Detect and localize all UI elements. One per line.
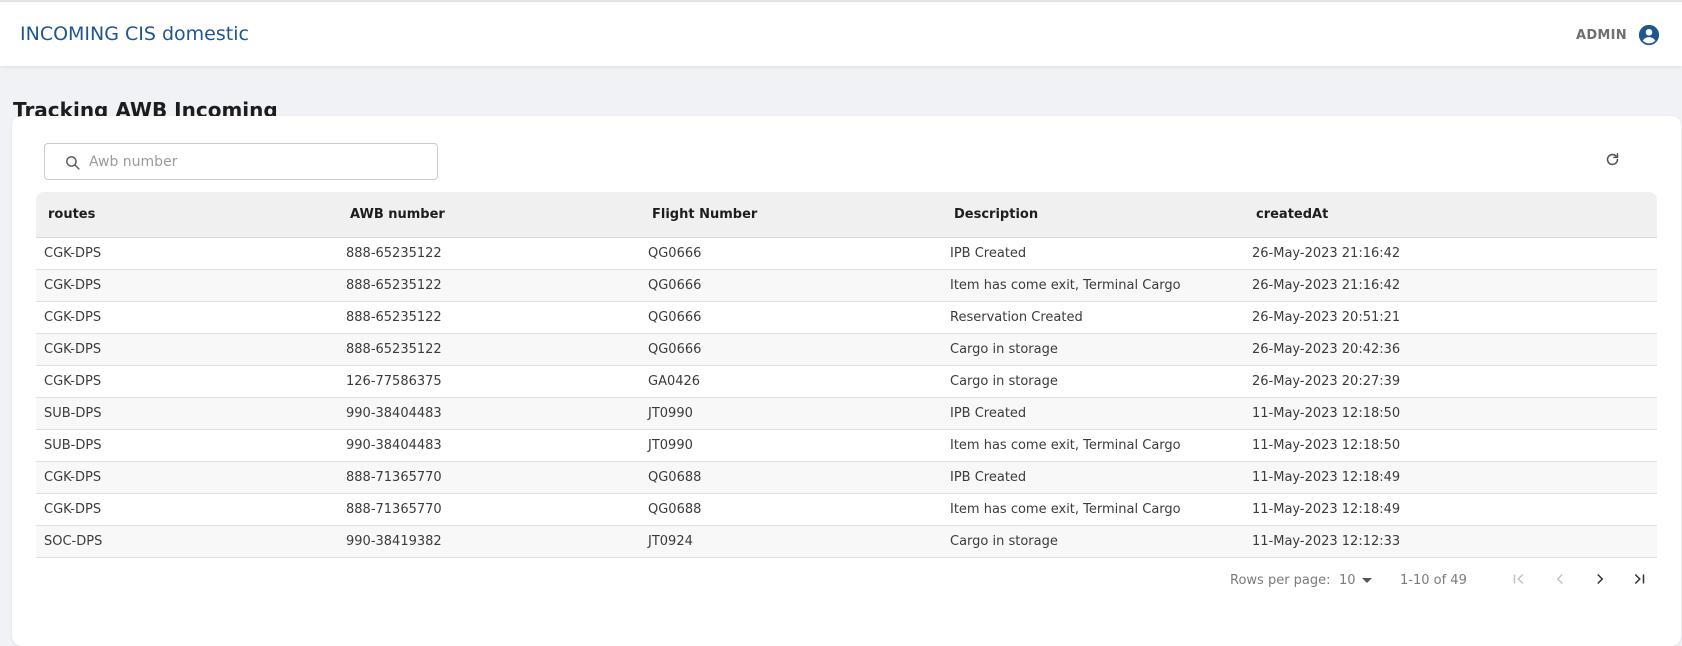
cell-awb-number: 888-65235122 [338, 333, 640, 366]
last-page-button[interactable] [1626, 568, 1652, 594]
user-name: ADMIN [1575, 27, 1627, 43]
cell-created-at: 11-May-2023 12:18:49 [1244, 461, 1657, 494]
cell-created-at: 11-May-2023 12:18:50 [1244, 429, 1657, 462]
cell-created-at: 26-May-2023 20:42:36 [1244, 333, 1657, 366]
cell-created-at: 11-May-2023 12:12:33 [1244, 525, 1657, 558]
column-header-flight-number[interactable]: Flight Number [640, 192, 942, 238]
caret-down-icon [1361, 578, 1372, 583]
cell-description: IPB Created [942, 397, 1244, 430]
cell-awb-number: 888-65235122 [338, 269, 640, 302]
cell-flight-number: JT0924 [640, 525, 942, 558]
rows-per-page-select[interactable]: 10 [1339, 573, 1372, 588]
column-header-description[interactable]: Description [942, 192, 1244, 238]
cell-created-at: 26-May-2023 21:16:42 [1244, 269, 1657, 302]
refresh-button[interactable] [1601, 151, 1623, 173]
cell-route: CGK-DPS [36, 237, 338, 270]
table-row[interactable]: CGK-DPS 888-65235122 QG0666 IPB Created … [36, 237, 1657, 270]
search-field[interactable] [44, 143, 438, 180]
table-header-row: routes AWB number Flight Number Descript… [36, 192, 1657, 238]
cell-flight-number: QG0666 [640, 333, 942, 366]
cell-description: Item has come exit, Terminal Cargo [942, 493, 1244, 526]
table-row[interactable]: SUB-DPS 990-38404483 JT0990 IPB Created … [36, 397, 1657, 430]
app-title: INCOMING CIS domestic [20, 23, 249, 45]
cell-description: Cargo in storage [942, 365, 1244, 398]
column-header-awb-number[interactable]: AWB number [338, 192, 640, 238]
cell-flight-number: QG0666 [640, 301, 942, 334]
table-row[interactable]: CGK-DPS 888-71365770 QG0688 IPB Created … [36, 461, 1657, 494]
tracking-table: routes AWB number Flight Number Descript… [36, 192, 1657, 558]
table-row[interactable]: CGK-DPS 888-65235122 QG0666 Item has com… [36, 269, 1657, 302]
table-row[interactable]: CGK-DPS 888-65235122 QG0666 Reservation … [36, 301, 1657, 334]
cell-created-at: 26-May-2023 21:16:42 [1244, 237, 1657, 270]
column-header-routes[interactable]: routes [36, 192, 338, 238]
previous-page-button[interactable] [1547, 568, 1573, 594]
next-page-button[interactable] [1587, 568, 1613, 594]
cell-awb-number: 888-65235122 [338, 301, 640, 334]
cell-flight-number: QG0688 [640, 493, 942, 526]
cell-created-at: 26-May-2023 20:27:39 [1244, 365, 1657, 398]
first-page-icon [1510, 570, 1528, 592]
cell-description: Cargo in storage [942, 525, 1244, 558]
cell-awb-number: 990-38404483 [338, 429, 640, 462]
cell-awb-number: 888-71365770 [338, 461, 640, 494]
cell-route: CGK-DPS [36, 333, 338, 366]
cell-flight-number: QG0666 [640, 237, 942, 270]
cell-flight-number: JT0990 [640, 397, 942, 430]
cell-awb-number: 990-38404483 [338, 397, 640, 430]
table-row[interactable]: SUB-DPS 990-38404483 JT0990 Item has com… [36, 429, 1657, 462]
cell-route: SUB-DPS [36, 397, 338, 430]
search-icon [64, 154, 81, 171]
account-circle-icon[interactable] [1638, 24, 1660, 46]
cell-awb-number: 990-38419382 [338, 525, 640, 558]
chevron-left-icon [1551, 570, 1569, 592]
cell-route: SUB-DPS [36, 429, 338, 462]
column-header-created-at[interactable]: createdAt [1244, 192, 1657, 238]
user-menu[interactable]: ADMIN [1576, 24, 1660, 46]
cell-description: Cargo in storage [942, 333, 1244, 366]
cell-flight-number: QG0688 [640, 461, 942, 494]
cell-description: IPB Created [942, 237, 1244, 270]
cell-route: SOC-DPS [36, 525, 338, 558]
cell-route: CGK-DPS [36, 493, 338, 526]
table-row[interactable]: CGK-DPS 888-65235122 QG0666 Cargo in sto… [36, 333, 1657, 366]
cell-awb-number: 888-65235122 [338, 237, 640, 270]
first-page-button[interactable] [1506, 568, 1532, 594]
cell-created-at: 11-May-2023 12:18:49 [1244, 493, 1657, 526]
cell-description: IPB Created [942, 461, 1244, 494]
page-range-label: 1-10 of 49 [1400, 573, 1467, 588]
cell-route: CGK-DPS [36, 301, 338, 334]
cell-description: Item has come exit, Terminal Cargo [942, 429, 1244, 462]
refresh-icon [1604, 151, 1621, 173]
rows-per-page-value: 10 [1339, 573, 1356, 588]
tracking-card: routes AWB number Flight Number Descript… [12, 116, 1681, 646]
cell-description: Reservation Created [942, 301, 1244, 334]
rows-per-page-label: Rows per page: [1230, 573, 1331, 588]
pagination: Rows per page: 10 1-10 of 49 [12, 566, 1657, 596]
cell-route: CGK-DPS [36, 461, 338, 494]
cell-route: CGK-DPS [36, 365, 338, 398]
cell-route: CGK-DPS [36, 269, 338, 302]
cell-created-at: 11-May-2023 12:18:50 [1244, 397, 1657, 430]
search-input[interactable] [89, 144, 429, 179]
cell-flight-number: QG0666 [640, 269, 942, 302]
table-row[interactable]: SOC-DPS 990-38419382 JT0924 Cargo in sto… [36, 525, 1657, 558]
cell-awb-number: 126-77586375 [338, 365, 640, 398]
cell-description: Item has come exit, Terminal Cargo [942, 269, 1244, 302]
app-bar: INCOMING CIS domestic ADMIN [0, 2, 1682, 66]
chevron-right-icon [1591, 570, 1609, 592]
cell-flight-number: GA0426 [640, 365, 942, 398]
cell-flight-number: JT0990 [640, 429, 942, 462]
cell-created-at: 26-May-2023 20:51:21 [1244, 301, 1657, 334]
table-row[interactable]: CGK-DPS 126-77586375 GA0426 Cargo in sto… [36, 365, 1657, 398]
last-page-icon [1630, 570, 1648, 592]
table-row[interactable]: CGK-DPS 888-71365770 QG0688 Item has com… [36, 493, 1657, 526]
cell-awb-number: 888-71365770 [338, 493, 640, 526]
